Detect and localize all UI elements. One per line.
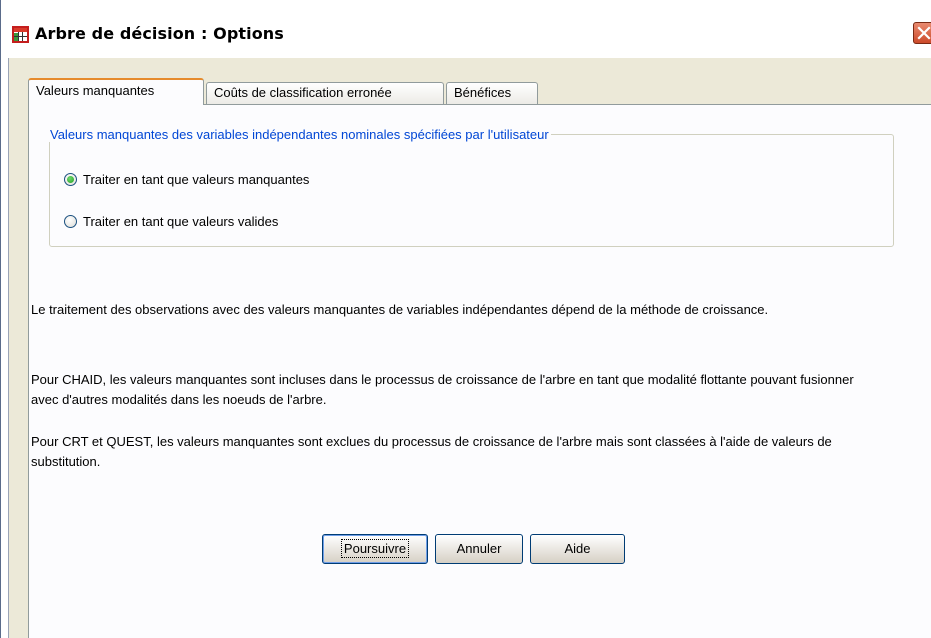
radio-label: Traiter en tant que valeurs valides (83, 213, 279, 229)
description-paragraph-2: Pour CHAID, les valeurs manquantes sont … (31, 372, 854, 407)
tab-label: Valeurs manquantes (36, 83, 155, 98)
help-button[interactable]: Aide (530, 534, 625, 564)
window-frame (1, 58, 9, 638)
tab-misclassification-costs[interactable]: Coûts de classification erronée (206, 82, 444, 104)
radio-treat-as-valid[interactable]: Traiter en tant que valeurs valides (64, 212, 278, 230)
dialog-window: Arbre de décision : Options Valeurs manq… (0, 0, 931, 638)
tab-missing-values[interactable]: Valeurs manquantes (28, 78, 204, 105)
description-paragraph-3: Pour CRT et QUEST, les valeurs manquante… (31, 434, 832, 469)
help-button-label: Aide (564, 541, 591, 556)
radio-treat-as-missing[interactable]: Traiter en tant que valeurs manquantes (64, 170, 309, 188)
tree-grid-icon (12, 26, 29, 43)
description-paragraph-1: Le traitement des observations avec des … (31, 302, 769, 317)
cancel-button[interactable]: Annuler (435, 534, 523, 564)
tab-label: Coûts de classification erronée (214, 85, 392, 100)
radio-checked-icon[interactable] (64, 172, 77, 186)
close-icon (917, 26, 931, 40)
missing-values-group: Valeurs manquantes des variables indépen… (49, 127, 894, 247)
tab-label: Bénéfices (454, 85, 512, 100)
cancel-button-label: Annuler (456, 541, 502, 556)
group-legend: Valeurs manquantes des variables indépen… (50, 127, 549, 142)
radio-unchecked-icon[interactable] (64, 214, 77, 228)
continue-button[interactable]: Poursuivre (322, 534, 428, 564)
tab-profits[interactable]: Bénéfices (446, 82, 538, 104)
title-bar[interactable]: Arbre de décision : Options (1, 0, 931, 58)
window-title: Arbre de décision : Options (35, 24, 284, 43)
radio-label: Traiter en tant que valeurs manquantes (83, 171, 310, 187)
close-button[interactable] (913, 22, 931, 44)
continue-button-label: Poursuivre (340, 539, 410, 558)
